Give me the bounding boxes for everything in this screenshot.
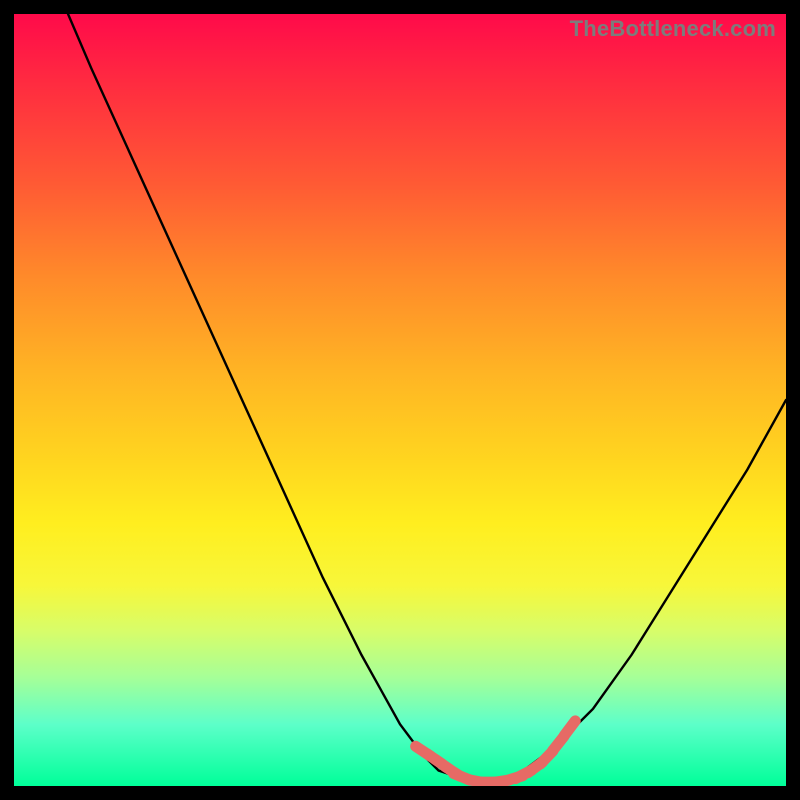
curve-layer [14,14,786,786]
bottleneck-curve [68,14,786,782]
chart-stage: TheBottleneck.com [0,0,800,800]
marker-group [416,721,576,783]
plot-area: TheBottleneck.com [14,14,786,786]
curve-marker [564,721,575,735]
watermark-text: TheBottleneck.com [570,16,776,42]
